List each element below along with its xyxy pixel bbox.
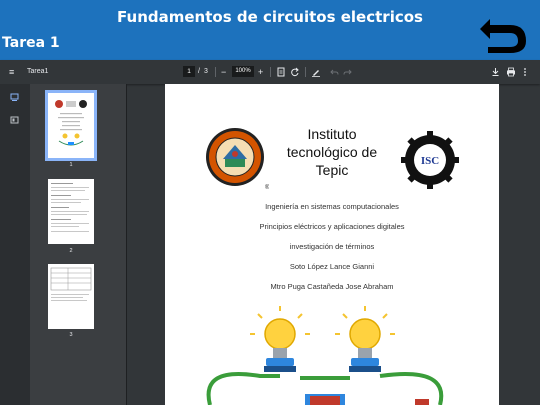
zoom-out-button[interactable]: − bbox=[221, 60, 226, 84]
lightbulb-right bbox=[335, 306, 395, 372]
fit-page-icon[interactable] bbox=[277, 67, 285, 77]
zoom-input[interactable]: 100% bbox=[232, 66, 254, 77]
document-line: Soto López Lance Gianni bbox=[289, 262, 375, 271]
document-line: Ingeniería en sistemas computacionales bbox=[265, 202, 399, 211]
rotate-icon[interactable] bbox=[290, 67, 300, 77]
annotate-pen-icon[interactable] bbox=[311, 67, 321, 77]
zoom-in-button[interactable]: + bbox=[258, 60, 263, 84]
thumbnails-view-icon[interactable] bbox=[10, 93, 19, 101]
institute-title: Instituto tecnológico de Tepic bbox=[286, 126, 378, 178]
svg-text:®: ® bbox=[265, 184, 269, 191]
side-rail bbox=[0, 84, 30, 405]
page-separator: / bbox=[198, 68, 200, 75]
document-name: Tarea1 bbox=[27, 68, 49, 75]
page-number-input[interactable]: 1 bbox=[183, 66, 195, 77]
print-icon[interactable] bbox=[506, 67, 516, 77]
undo-icon[interactable] bbox=[330, 67, 339, 77]
toolbar-divider bbox=[270, 67, 271, 77]
menu-icon[interactable]: ≡ bbox=[9, 60, 14, 84]
thumbnail-label: 2 bbox=[69, 248, 73, 254]
redo-icon[interactable] bbox=[343, 67, 352, 77]
app-title: Fundamentos de circuitos electricos bbox=[117, 8, 423, 26]
task-title: Tarea 1 bbox=[2, 35, 60, 51]
page-total: 3 bbox=[204, 68, 208, 75]
back-arrow-icon[interactable] bbox=[478, 13, 530, 57]
thumbnail-label: 1 bbox=[69, 162, 73, 168]
download-icon[interactable] bbox=[491, 67, 500, 77]
document-line: Mtro Puga Castañeda Jose Abraham bbox=[270, 282, 394, 291]
thumbnail-label: 3 bbox=[69, 332, 73, 338]
viewer-toolbar: ≡ Tarea1 1 / 3 − 100% + bbox=[0, 60, 540, 84]
thumbnails-pane: 1 2 3 bbox=[30, 84, 127, 405]
circuit-illustration bbox=[206, 306, 444, 405]
thumbnail-page-2[interactable] bbox=[48, 179, 94, 244]
document-page: ® Instituto tecnológico de Tepic ISC Ing… bbox=[165, 84, 499, 405]
toolbar-divider bbox=[215, 67, 216, 77]
document-line: Principios eléctricos y aplicaciones dig… bbox=[259, 222, 405, 231]
institute-emblem-logo: ® bbox=[206, 128, 269, 191]
toolbar-divider bbox=[305, 67, 306, 77]
thumbnail-page-1[interactable] bbox=[45, 90, 97, 161]
gear-logo: ISC bbox=[401, 131, 459, 189]
outline-view-icon[interactable] bbox=[10, 116, 19, 124]
app-header: Fundamentos de circuitos electricos Tare… bbox=[0, 0, 540, 60]
thumbnail-page-3[interactable] bbox=[48, 264, 94, 329]
lightbulb-left bbox=[250, 306, 310, 372]
more-options-icon[interactable] bbox=[523, 67, 527, 77]
svg-text:ISC: ISC bbox=[421, 155, 439, 167]
document-line: investigación de términos bbox=[289, 242, 375, 251]
